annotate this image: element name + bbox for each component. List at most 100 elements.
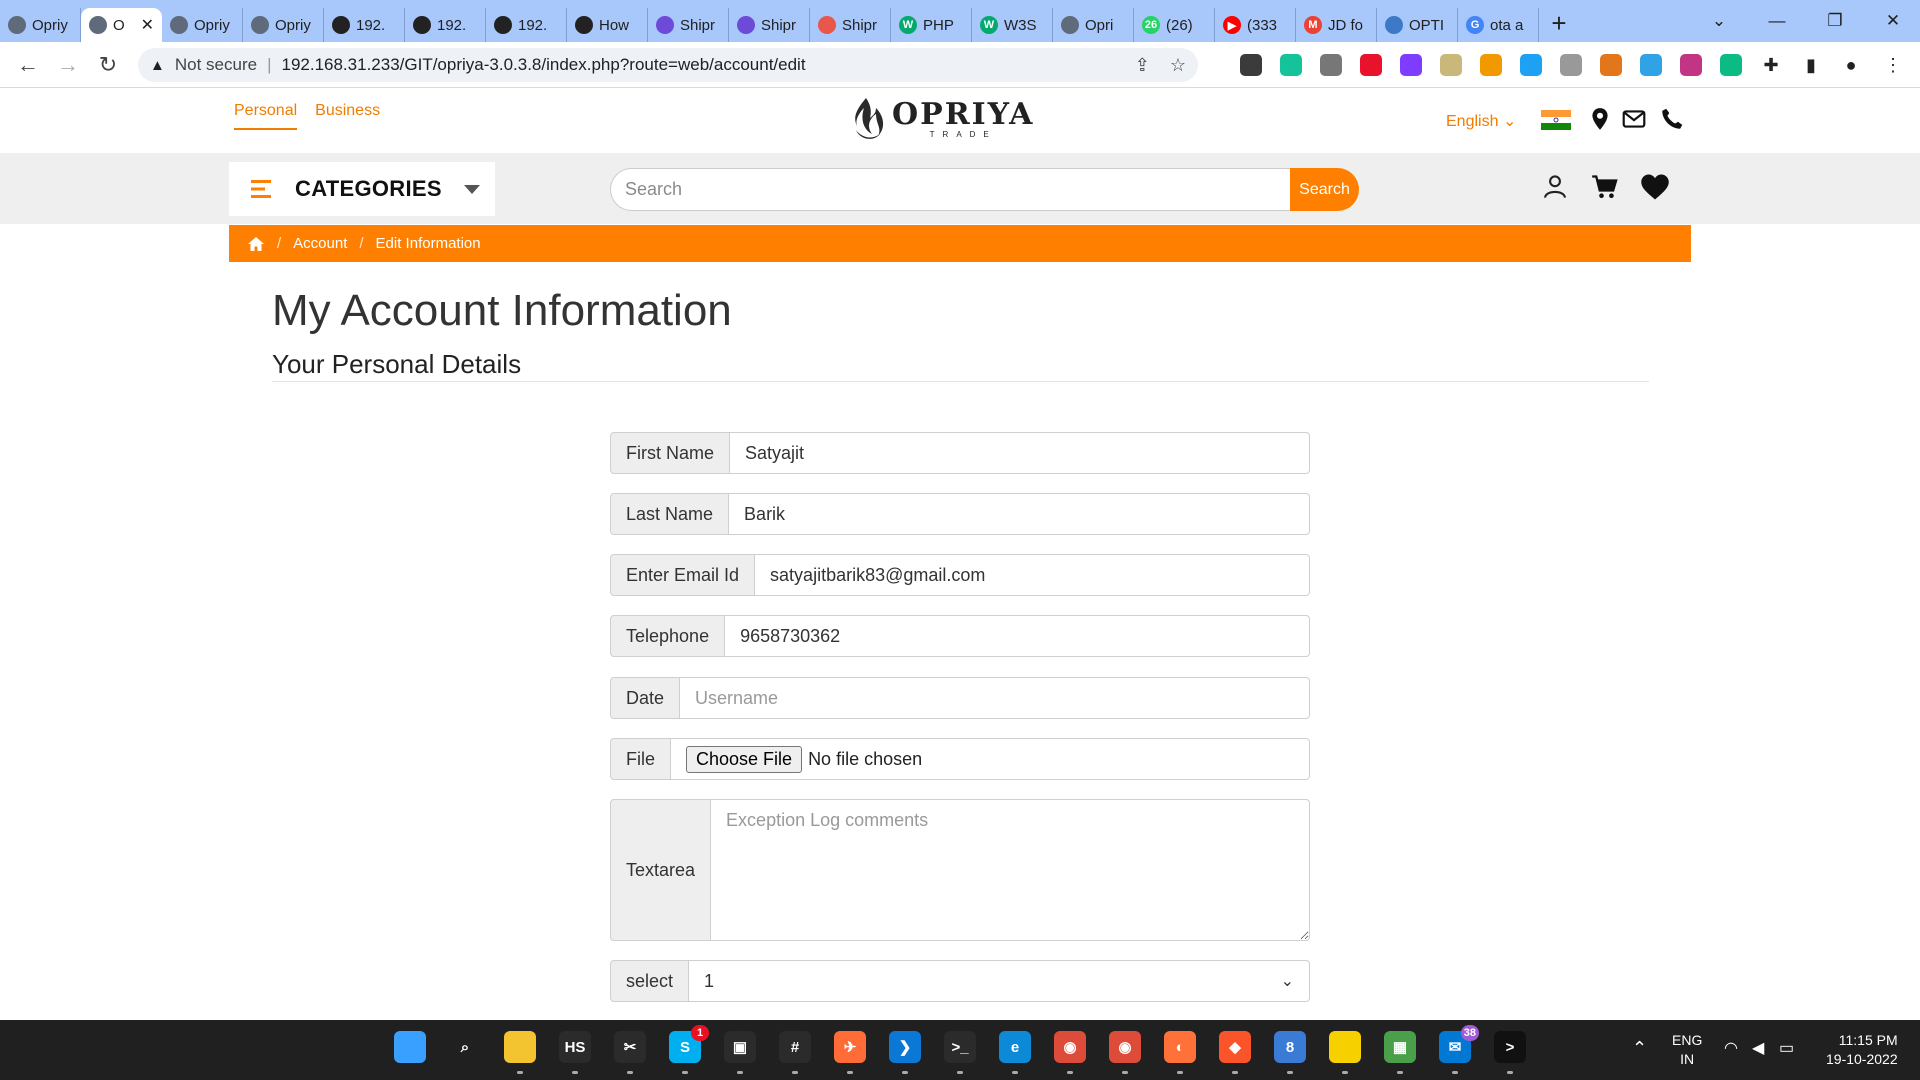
date-field[interactable]	[680, 677, 1310, 719]
back-icon[interactable]: ←	[8, 52, 48, 78]
phone-icon[interactable]	[1659, 106, 1685, 132]
forward-icon[interactable]: →	[48, 52, 88, 78]
choose-file-button[interactable]: Choose File	[686, 745, 803, 773]
extension-icon[interactable]	[1720, 54, 1742, 76]
profile-avatar[interactable]: ●	[1840, 54, 1862, 76]
mail-icon[interactable]	[1621, 106, 1647, 132]
browser-tab[interactable]: How	[567, 8, 648, 42]
browser-tab[interactable]: 192.	[324, 8, 405, 42]
select-field[interactable]: 1 ⌄	[689, 960, 1310, 1002]
bookmark-star-icon[interactable]: ☆	[1170, 55, 1186, 76]
windows-start-icon[interactable]	[394, 1031, 426, 1063]
breadcrumb-account[interactable]: Account	[293, 235, 347, 252]
wifi-icon[interactable]: ◠	[1724, 1039, 1738, 1058]
postman-icon[interactable]: ✈	[834, 1031, 866, 1063]
language-selector[interactable]: English ⌄	[1446, 111, 1516, 131]
email-field[interactable]: satyajitbarik83@gmail.com	[755, 554, 1310, 596]
url-text[interactable]: 192.168.31.233/GIT/opriya-3.0.3.8/index.…	[281, 55, 805, 75]
browser-tab[interactable]: Shipr	[648, 8, 729, 42]
browser-menu-icon[interactable]: ⋮	[1882, 54, 1904, 76]
sidebar-icon[interactable]: ▮	[1800, 54, 1822, 76]
browser-tab[interactable]: Opriy	[162, 8, 243, 42]
volume-icon[interactable]: ◀	[1752, 1039, 1764, 1058]
app-8-icon[interactable]: 8	[1274, 1031, 1306, 1063]
home-icon[interactable]	[247, 236, 265, 252]
cmd-icon[interactable]: >	[1494, 1031, 1526, 1063]
extension-icon[interactable]	[1600, 54, 1622, 76]
extension-icon[interactable]	[1520, 54, 1542, 76]
search-input[interactable]	[610, 168, 1290, 211]
photos-icon[interactable]: ▦	[1384, 1031, 1416, 1063]
file-explorer-icon[interactable]	[504, 1031, 536, 1063]
browser-tab[interactable]: Gota a	[1458, 8, 1539, 42]
slack-icon[interactable]: #	[779, 1031, 811, 1063]
snipping-tool-icon[interactable]: ✂	[614, 1031, 646, 1063]
tab-search-icon[interactable]: ⌄	[1690, 11, 1748, 31]
puzzle-extensions-icon[interactable]: ✚	[1760, 54, 1782, 76]
browser-tab[interactable]: OPTI	[1377, 8, 1458, 42]
tab-personal[interactable]: Personal	[234, 102, 298, 130]
edge-icon[interactable]: e	[999, 1031, 1031, 1063]
india-flag-icon[interactable]	[1541, 110, 1571, 130]
browser-tab[interactable]: O ✕	[81, 8, 162, 42]
minimize-button[interactable]: —	[1748, 11, 1806, 31]
tab-business[interactable]: Business	[315, 102, 380, 130]
browser-tab[interactable]: 192.	[405, 8, 486, 42]
browser-tab[interactable]: ▶ (333	[1215, 8, 1296, 42]
first-name-field[interactable]: Satyajit	[730, 432, 1310, 474]
extension-icon[interactable]	[1480, 54, 1502, 76]
close-window-button[interactable]: ✕	[1864, 11, 1920, 31]
remote-icon[interactable]: ▣	[724, 1031, 756, 1063]
clock[interactable]: 11:15 PM 19-10-2022	[1826, 1031, 1898, 1069]
browser-tab[interactable]: Opriy	[0, 8, 81, 42]
comments-textarea[interactable]	[711, 799, 1310, 941]
browser-tab[interactable]: M JD fo	[1296, 8, 1377, 42]
browser-tab[interactable]: 26 (26)	[1134, 8, 1215, 42]
chrome-2-icon[interactable]: ◉	[1109, 1031, 1141, 1063]
site-logo[interactable]: OPRIYA TRADE	[846, 96, 1034, 142]
location-pin-icon[interactable]	[1587, 106, 1613, 132]
extension-icon[interactable]	[1320, 54, 1342, 76]
extension-icon[interactable]	[1640, 54, 1662, 76]
extension-icon[interactable]	[1680, 54, 1702, 76]
terminal-icon[interactable]: >_	[944, 1031, 976, 1063]
wishlist-heart-icon[interactable]	[1640, 173, 1670, 201]
browser-tab[interactable]: Shipr	[810, 8, 891, 42]
browser-tab[interactable]: Shipr	[729, 8, 810, 42]
browser-tab[interactable]: Opri	[1053, 8, 1134, 42]
last-name-field[interactable]: Barik	[729, 493, 1310, 535]
telephone-field[interactable]: 9658730362	[725, 615, 1310, 657]
brave-icon[interactable]: ◆	[1219, 1031, 1251, 1063]
search-button[interactable]: Search	[1290, 168, 1359, 211]
extension-icon[interactable]	[1360, 54, 1382, 76]
input-language[interactable]: ENG IN	[1672, 1031, 1702, 1069]
browser-tab[interactable]: Opriy	[243, 8, 324, 42]
browser-tab[interactable]: W W3S	[972, 8, 1053, 42]
chevron-up-icon[interactable]: ⌃	[1632, 1039, 1647, 1058]
restore-button[interactable]: ❐	[1806, 11, 1864, 31]
extension-icon[interactable]	[1440, 54, 1462, 76]
extension-icon[interactable]	[1240, 54, 1262, 76]
browser-tab[interactable]: W PHP	[891, 8, 972, 42]
extension-icon[interactable]	[1400, 54, 1422, 76]
extension-icon[interactable]	[1560, 54, 1582, 76]
url-bar[interactable]: ▲ Not secure | 192.168.31.233/GIT/opriya…	[138, 48, 1198, 82]
vscode-icon[interactable]: ❯	[889, 1031, 921, 1063]
new-tab-button[interactable]: +	[1539, 8, 1579, 39]
browser-tab[interactable]: 192.	[486, 8, 567, 42]
search-icon[interactable]: ⌕	[449, 1031, 481, 1063]
close-tab-icon[interactable]: ✕	[141, 15, 154, 35]
mail-icon[interactable]: ✉ 38	[1439, 1025, 1479, 1063]
categories-dropdown[interactable]: CATEGORIES	[229, 162, 495, 216]
firefox-icon[interactable]: ◐	[1164, 1031, 1196, 1063]
hs-icon[interactable]: HS	[559, 1031, 591, 1063]
share-icon[interactable]: ⇪	[1135, 55, 1150, 76]
breadcrumb-edit-information[interactable]: Edit Information	[376, 235, 481, 252]
user-account-icon[interactable]	[1541, 172, 1569, 200]
extension-icon[interactable]	[1280, 54, 1302, 76]
reload-icon[interactable]: ↻	[88, 52, 128, 78]
sticky-notes-icon[interactable]	[1329, 1031, 1361, 1063]
cart-icon[interactable]	[1591, 173, 1619, 201]
battery-icon[interactable]: ▭	[1779, 1039, 1794, 1058]
skype-icon[interactable]: S1	[669, 1025, 709, 1063]
